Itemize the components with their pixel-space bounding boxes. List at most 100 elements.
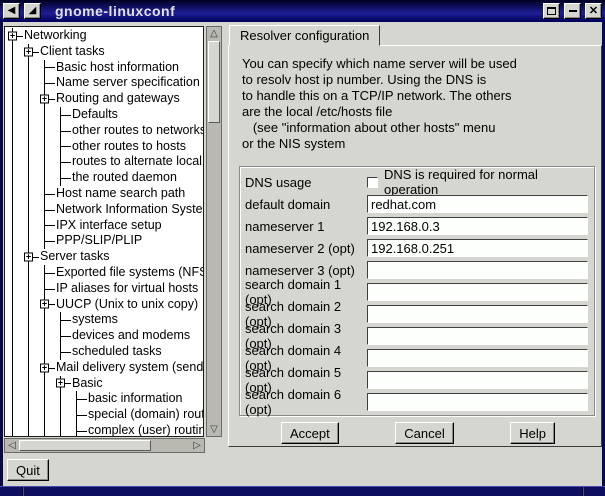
field-label: default domain — [245, 197, 367, 212]
tree-item-label: Mail delivery system (sendr — [53, 360, 204, 376]
tree-item[interactable]: PPP/SLIP/PLIP — [5, 233, 203, 249]
tree-vertical-scrollbar[interactable]: △ ▽ — [206, 26, 222, 437]
field-input[interactable] — [367, 305, 588, 323]
tree-item[interactable]: +Networking — [5, 28, 203, 44]
tree-expander-icon[interactable]: + — [40, 363, 49, 372]
field-input[interactable] — [367, 327, 588, 345]
tree-item-label: IPX interface setup — [53, 218, 162, 234]
tree-guide-junction — [69, 407, 85, 423]
tree-item[interactable]: Name server specification ( — [5, 75, 203, 91]
tree-guide-line — [21, 265, 37, 281]
tree-item[interactable]: devices and modems — [5, 328, 203, 344]
scroll-down-icon[interactable]: ▽ — [207, 422, 221, 436]
window-shade-button[interactable]: ◢ — [24, 3, 41, 19]
tree-item[interactable]: other routes to hosts — [5, 139, 203, 155]
close-button[interactable]: ✕ — [585, 3, 602, 19]
cancel-button[interactable]: Cancel — [395, 422, 453, 444]
titlebar[interactable]: ◀ ◢ gnome-linuxconf ✕ — [0, 0, 605, 22]
resize-handle-right[interactable] — [582, 487, 583, 496]
tree-guide-line — [5, 265, 21, 281]
tree-item-label: the routed daemon — [69, 170, 177, 186]
tree-item[interactable]: + Server tasks — [5, 249, 203, 265]
tree-expander-icon[interactable]: + — [40, 300, 49, 309]
tree-item[interactable]: complex (user) routing — [5, 423, 203, 437]
tree-item[interactable]: routes to alternate local ne — [5, 154, 203, 170]
tree-guide-junction: + — [21, 44, 37, 60]
tree-item[interactable]: scheduled tasks — [5, 344, 203, 360]
tree-item[interactable]: +Routing and gateways — [5, 91, 203, 107]
tree-item[interactable]: IPX interface setup — [5, 218, 203, 234]
window-resize-bar[interactable] — [0, 486, 605, 496]
tree-item[interactable]: Exported file systems (NFS) — [5, 265, 203, 281]
field-input[interactable] — [367, 195, 588, 213]
field-input[interactable] — [367, 393, 588, 411]
tree-guide-junction — [37, 60, 53, 76]
tree-guide-line — [37, 391, 53, 407]
tree-expander-icon[interactable]: + — [24, 253, 33, 262]
help-button[interactable]: Help — [510, 422, 555, 444]
tree-guide-line — [5, 281, 21, 297]
field-input[interactable] — [367, 217, 588, 235]
tree-item[interactable]: IP aliases for virtual hosts — [5, 281, 203, 297]
maximize-button[interactable] — [543, 3, 560, 19]
tree-guide-line — [5, 202, 21, 218]
config-tree[interactable]: +Networking+Client tasksBasic host infor… — [4, 26, 204, 437]
accept-button[interactable]: Accept — [281, 422, 339, 444]
resize-handle-left[interactable] — [22, 487, 23, 496]
field-input[interactable] — [367, 261, 588, 279]
tab-resolver-configuration[interactable]: Resolver configuration — [229, 25, 380, 46]
close-icon: ✕ — [589, 6, 598, 16]
tree-item[interactable]: basic information — [5, 391, 203, 407]
field-label: nameserver 1 — [245, 219, 367, 234]
field-input[interactable] — [367, 239, 588, 257]
tree-item[interactable]: +Basic — [5, 376, 203, 392]
tree-item[interactable]: the routed daemon — [5, 170, 203, 186]
tree-expander-icon[interactable]: + — [24, 47, 33, 56]
field-input[interactable] — [367, 349, 588, 367]
tree-expander-icon[interactable]: + — [8, 31, 17, 40]
tree-guide-junction — [37, 202, 53, 218]
quit-button[interactable]: Quit — [7, 459, 49, 481]
gnome-linuxconf-window: ◀ ◢ gnome-linuxconf ✕ +Networking+Client… — [0, 0, 605, 496]
field-input[interactable] — [367, 283, 588, 301]
tree-item[interactable]: Basic host information — [5, 60, 203, 76]
description-line: are the local /etc/hosts file — [242, 104, 601, 120]
tree-item[interactable]: Defaults — [5, 107, 203, 123]
tree-item-label: devices and modems — [69, 328, 190, 344]
vertical-scroll-thumb[interactable] — [208, 41, 220, 123]
tree-guide-junction: + — [37, 360, 53, 376]
tree-item[interactable]: Host name search path — [5, 186, 203, 202]
tree-item-label: Basic host information — [53, 60, 179, 76]
tree-guide-line — [37, 123, 53, 139]
tree-item-label: systems — [69, 312, 118, 328]
tree-item[interactable]: + Client tasks — [5, 44, 203, 60]
dns-required-checkbox[interactable] — [367, 177, 378, 188]
tree-guide-line — [5, 170, 21, 186]
tree-guide-junction — [37, 75, 53, 91]
tree-item[interactable]: special (domain) routing — [5, 407, 203, 423]
tree-guide-line — [37, 407, 53, 423]
scroll-right-icon[interactable]: ▷ — [190, 439, 204, 452]
tree-item-label: IP aliases for virtual hosts — [53, 281, 198, 297]
tree-item[interactable]: Network Information System — [5, 202, 203, 218]
tree-expander-icon[interactable]: + — [40, 95, 49, 104]
tree-horizontal-scrollbar[interactable]: ◁ ▷ — [4, 438, 205, 453]
window-menu-button[interactable]: ◀ — [3, 3, 20, 19]
tree-item-label: Client tasks — [37, 44, 105, 60]
tree-item[interactable]: other routes to networks — [5, 123, 203, 139]
tree-item-label: Server tasks — [37, 249, 109, 265]
field-input[interactable] — [367, 371, 588, 389]
minimize-button[interactable] — [564, 3, 581, 19]
minimize-icon — [569, 10, 577, 12]
horizontal-scroll-thumb[interactable] — [19, 440, 151, 451]
tree-item[interactable]: + Mail delivery system (sendr — [5, 360, 203, 376]
scroll-up-icon[interactable]: △ — [207, 27, 221, 41]
panel-description: You can specify which name server will b… — [242, 56, 601, 152]
tree-guide-junction — [53, 154, 69, 170]
tree-guide-junction — [69, 423, 85, 437]
tree-item-label: Network Information System — [53, 202, 204, 218]
scroll-left-icon[interactable]: ◁ — [5, 439, 19, 452]
tree-item[interactable]: systems — [5, 312, 203, 328]
tree-expander-icon[interactable]: + — [56, 379, 65, 388]
tree-item[interactable]: +UUCP (Unix to unix copy) — [5, 297, 203, 313]
